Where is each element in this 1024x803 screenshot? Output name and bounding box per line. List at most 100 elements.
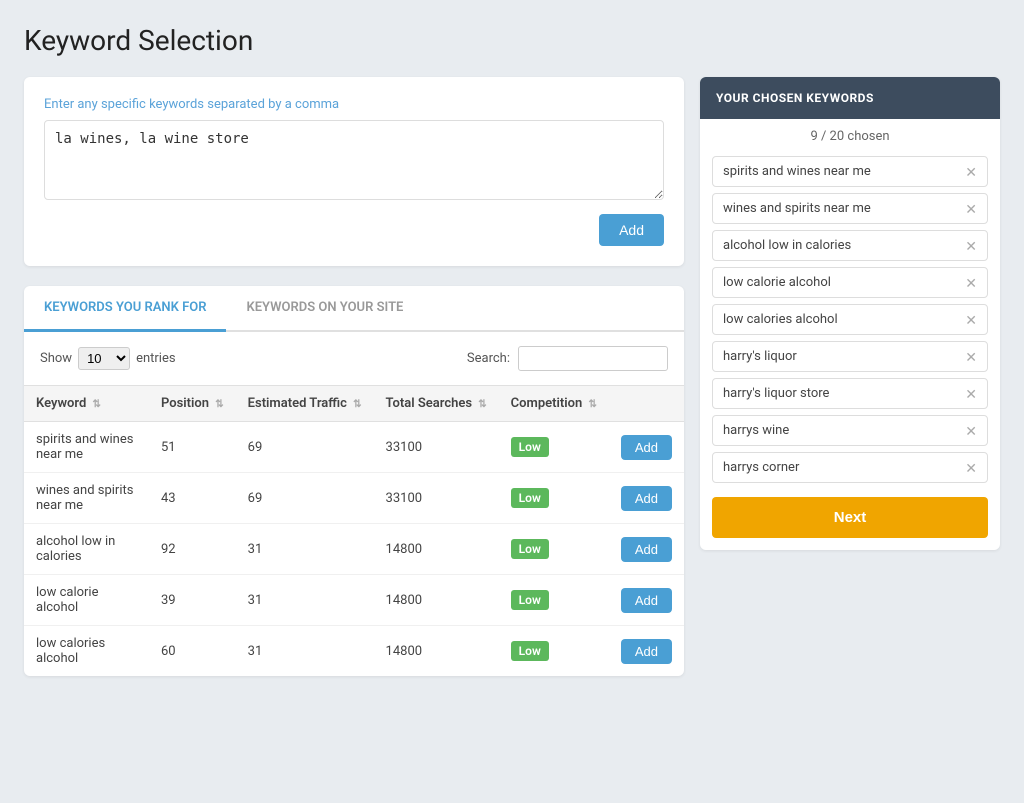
cell-keyword: low calories alcohol [24, 626, 149, 677]
chosen-keyword-label: wines and spirits near me [723, 201, 871, 216]
chosen-keyword-label: harrys corner [723, 460, 799, 475]
row-add-button[interactable]: Add [621, 435, 672, 460]
sort-icon-competition: ⇅ [588, 399, 596, 410]
cell-position: 92 [149, 524, 236, 575]
chosen-keyword-tag: alcohol low in calories ✕ [712, 230, 988, 261]
chosen-keyword-label: low calorie alcohol [723, 275, 831, 290]
sort-icon-keyword: ⇅ [93, 399, 101, 410]
chosen-keywords-list: spirits and wines near me ✕ wines and sp… [700, 156, 1000, 483]
cell-action: Add [609, 626, 684, 677]
cell-keyword: alcohol low in calories [24, 524, 149, 575]
search-label: Search: [467, 351, 510, 366]
add-button[interactable]: Add [599, 214, 664, 246]
col-traffic: Estimated Traffic ⇅ [236, 386, 374, 422]
tab-keywords-rank[interactable]: KEYWORDS YOU RANK FOR [24, 286, 226, 332]
chosen-keyword-label: spirits and wines near me [723, 164, 871, 179]
chosen-keywords-header: YOUR CHOSEN KEYWORDS [700, 77, 1000, 119]
chosen-keyword-tag: harrys corner ✕ [712, 452, 988, 483]
cell-searches: 14800 [374, 575, 499, 626]
table-row: alcohol low in calories 92 31 14800 Low … [24, 524, 684, 575]
row-add-button[interactable]: Add [621, 537, 672, 562]
sort-icon-traffic: ⇅ [353, 399, 361, 410]
col-searches: Total Searches ⇅ [374, 386, 499, 422]
cell-position: 39 [149, 575, 236, 626]
cell-keyword: spirits and wines near me [24, 422, 149, 473]
remove-keyword-button[interactable]: ✕ [965, 350, 977, 364]
cell-competition: Low [499, 422, 609, 473]
competition-badge: Low [511, 488, 549, 508]
show-label: Show [40, 351, 72, 366]
main-layout: Enter any specific keywords separated by… [24, 77, 1000, 676]
table-controls: Show 10 25 50 100 entries Search: [24, 332, 684, 385]
chosen-keyword-tag: harry's liquor ✕ [712, 341, 988, 372]
add-btn-row: Add [44, 214, 664, 246]
cell-traffic: 31 [236, 575, 374, 626]
competition-badge: Low [511, 641, 549, 661]
cell-action: Add [609, 422, 684, 473]
tab-keywords-site[interactable]: KEYWORDS ON YOUR SITE [226, 286, 423, 332]
remove-keyword-button[interactable]: ✕ [965, 313, 977, 327]
cell-traffic: 69 [236, 473, 374, 524]
chosen-keyword-label: low calories alcohol [723, 312, 838, 327]
cell-searches: 33100 [374, 473, 499, 524]
cell-competition: Low [499, 575, 609, 626]
remove-keyword-button[interactable]: ✕ [965, 165, 977, 179]
tabs-header: KEYWORDS YOU RANK FOR KEYWORDS ON YOUR S… [24, 286, 684, 332]
cell-traffic: 69 [236, 422, 374, 473]
cell-action: Add [609, 524, 684, 575]
col-action [609, 386, 684, 422]
remove-keyword-button[interactable]: ✕ [965, 387, 977, 401]
input-label: Enter any specific keywords separated by… [44, 97, 664, 112]
tabs-card: KEYWORDS YOU RANK FOR KEYWORDS ON YOUR S… [24, 286, 684, 676]
row-add-button[interactable]: Add [621, 639, 672, 664]
remove-keyword-button[interactable]: ✕ [965, 424, 977, 438]
chosen-keyword-tag: harrys wine ✕ [712, 415, 988, 446]
chosen-keyword-label: harry's liquor [723, 349, 797, 364]
chosen-count: 9 / 20 chosen [700, 119, 1000, 150]
chosen-keyword-tag: low calorie alcohol ✕ [712, 267, 988, 298]
sort-icon-position: ⇅ [215, 399, 223, 410]
table-header-row: Keyword ⇅ Position ⇅ Estimated Traffic ⇅… [24, 386, 684, 422]
cell-searches: 14800 [374, 626, 499, 677]
col-competition: Competition ⇅ [499, 386, 609, 422]
cell-searches: 33100 [374, 422, 499, 473]
cell-action: Add [609, 473, 684, 524]
table-row: low calories alcohol 60 31 14800 Low Add [24, 626, 684, 677]
cell-action: Add [609, 575, 684, 626]
col-position: Position ⇅ [149, 386, 236, 422]
cell-competition: Low [499, 524, 609, 575]
cell-keyword: low calorie alcohol [24, 575, 149, 626]
keywords-table: Keyword ⇅ Position ⇅ Estimated Traffic ⇅… [24, 385, 684, 676]
chosen-keyword-tag: harry's liquor store ✕ [712, 378, 988, 409]
competition-badge: Low [511, 590, 549, 610]
cell-position: 51 [149, 422, 236, 473]
chosen-keyword-tag: wines and spirits near me ✕ [712, 193, 988, 224]
row-add-button[interactable]: Add [621, 486, 672, 511]
col-keyword: Keyword ⇅ [24, 386, 149, 422]
chosen-keyword-label: alcohol low in calories [723, 238, 851, 253]
cell-traffic: 31 [236, 626, 374, 677]
cell-position: 60 [149, 626, 236, 677]
left-panel: Enter any specific keywords separated by… [24, 77, 684, 676]
remove-keyword-button[interactable]: ✕ [965, 461, 977, 475]
input-card: Enter any specific keywords separated by… [24, 77, 684, 266]
next-button[interactable]: Next [712, 497, 988, 538]
chosen-keyword-tag: spirits and wines near me ✕ [712, 156, 988, 187]
cell-position: 43 [149, 473, 236, 524]
entries-select[interactable]: 10 25 50 100 [78, 347, 130, 370]
remove-keyword-button[interactable]: ✕ [965, 239, 977, 253]
competition-badge: Low [511, 437, 549, 457]
row-add-button[interactable]: Add [621, 588, 672, 613]
search-box: Search: [467, 346, 668, 371]
remove-keyword-button[interactable]: ✕ [965, 276, 977, 290]
search-input[interactable] [518, 346, 668, 371]
cell-keyword: wines and spirits near me [24, 473, 149, 524]
show-entries: Show 10 25 50 100 entries [40, 347, 176, 370]
table-row: low calorie alcohol 39 31 14800 Low Add [24, 575, 684, 626]
remove-keyword-button[interactable]: ✕ [965, 202, 977, 216]
sort-icon-searches: ⇅ [478, 399, 486, 410]
cell-traffic: 31 [236, 524, 374, 575]
keywords-textarea[interactable]: la wines, la wine store [44, 120, 664, 200]
table-row: wines and spirits near me 43 69 33100 Lo… [24, 473, 684, 524]
cell-competition: Low [499, 473, 609, 524]
